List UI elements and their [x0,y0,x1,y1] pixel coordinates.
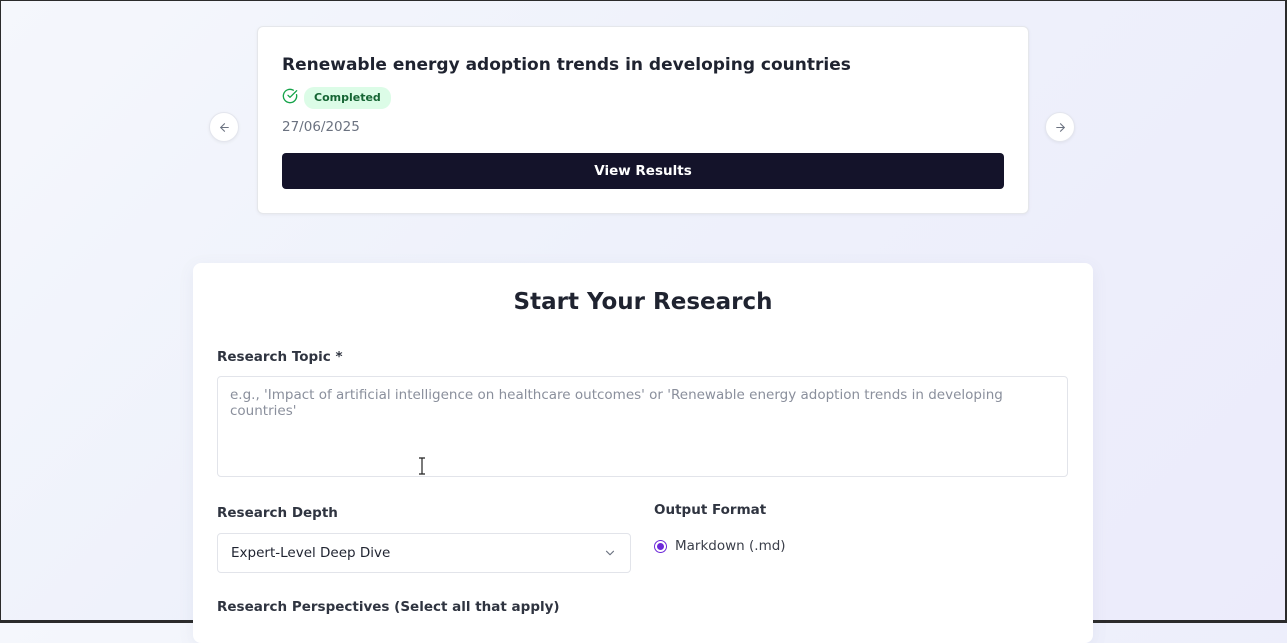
check-circle-icon [282,88,298,108]
chevron-down-icon [603,546,617,560]
card-date: 27/06/2025 [282,119,360,135]
research-form: Start Your Research Research Topic * Res… [193,263,1093,643]
view-results-button[interactable]: View Results [282,153,1004,189]
research-topic-input[interactable] [217,376,1068,477]
markdown-radio[interactable] [654,539,667,553]
status-badge: Completed [304,87,391,109]
research-history-card: Renewable energy adoption trends in deve… [257,26,1029,214]
arrow-left-icon [218,121,231,134]
research-depth-label: Research Depth [217,505,338,521]
markdown-option-label: Markdown (.md) [675,538,786,554]
form-title: Start Your Research [513,289,773,315]
research-depth-select[interactable]: Expert-Level Deep Dive [217,533,631,573]
carousel-next-button[interactable] [1045,112,1075,142]
research-perspectives-label: Research Perspectives (Select all that a… [217,599,560,615]
status-row: Completed [282,87,391,109]
output-format-markdown-option[interactable]: Markdown (.md) [654,538,786,554]
research-depth-value: Expert-Level Deep Dive [231,545,391,561]
arrow-right-icon [1054,121,1067,134]
radio-selected-dot [657,542,664,550]
research-topic-label: Research Topic * [217,349,343,365]
text-cursor-icon [417,457,427,475]
output-format-label: Output Format [654,502,767,518]
carousel-prev-button[interactable] [209,112,239,142]
card-title: Renewable energy adoption trends in deve… [282,55,851,75]
